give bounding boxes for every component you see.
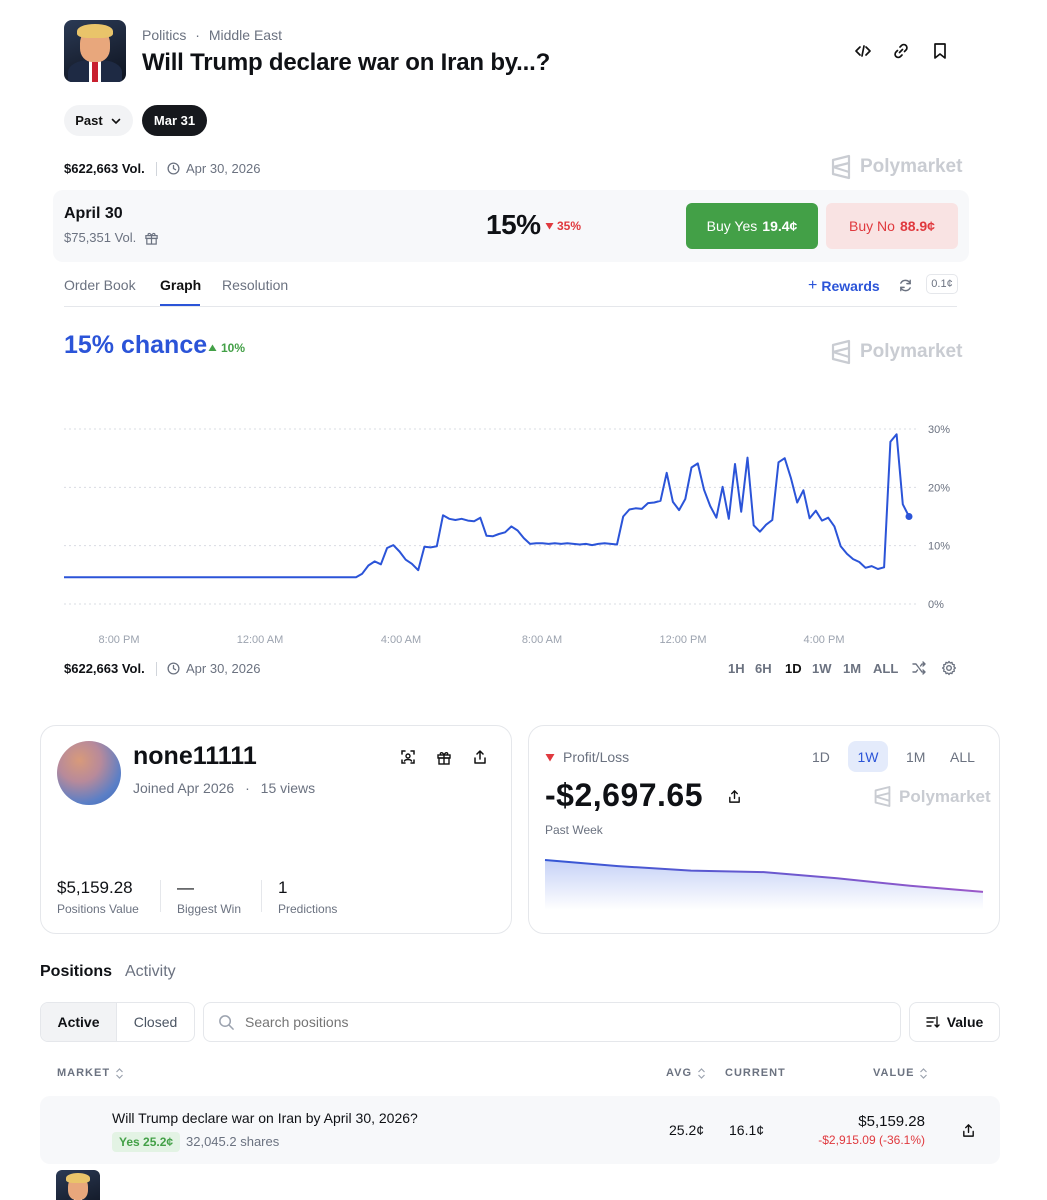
- polymarket-watermark: Polymarket: [873, 786, 991, 807]
- sort-arrows-icon: [116, 1067, 123, 1079]
- price-line: [64, 433, 910, 579]
- profile-meta: Joined Apr 2026 · 15 views: [133, 780, 315, 796]
- position-shares: 32,045.2 shares: [186, 1134, 280, 1149]
- pnl-sparkline: [544, 859, 984, 910]
- stat-predictions-value: 1: [278, 878, 288, 897]
- y-tick-label: 10%: [928, 541, 950, 553]
- x-tick-label: 4:00 PM: [804, 634, 845, 646]
- tab-activity[interactable]: Activity: [125, 963, 176, 981]
- range-1m[interactable]: 1M: [843, 661, 861, 676]
- x-tick-label: 8:00 AM: [522, 634, 562, 646]
- pnl-amount: -$2,697.65: [545, 777, 704, 813]
- sort-arrows-icon: [920, 1067, 928, 1079]
- pnl-range-1w[interactable]: 1W: [848, 741, 888, 772]
- column-current: CURRENT: [725, 1067, 786, 1079]
- polymarket-logo-icon: [874, 786, 891, 807]
- pnl-label-text: Profit/Loss: [563, 749, 630, 765]
- pnl-area: [545, 860, 983, 910]
- tab-positions[interactable]: Positions: [40, 963, 112, 981]
- shuffle-icon[interactable]: [907, 656, 931, 680]
- filter-closed-button[interactable]: Closed: [117, 1003, 194, 1041]
- x-tick-label: 4:00 AM: [381, 634, 421, 646]
- sort-button[interactable]: Value: [909, 1002, 1000, 1042]
- pnl-range-1m[interactable]: 1M: [906, 749, 925, 765]
- stat-predictions-label: Predictions: [278, 902, 338, 916]
- column-value[interactable]: VALUE: [873, 1067, 928, 1079]
- settings-gear-icon[interactable]: [937, 656, 961, 680]
- share-icon[interactable]: [722, 784, 746, 808]
- stat-positions-label: Positions Value: [57, 902, 139, 916]
- stat-positions-value: $5,159.28: [57, 878, 133, 897]
- pnl-range-all[interactable]: ALL: [950, 749, 975, 765]
- position-outcome-badge: Yes 25.2¢: [112, 1132, 181, 1152]
- x-tick-label: 12:00 PM: [659, 634, 706, 646]
- range-1d[interactable]: 1D: [785, 661, 802, 676]
- status-filter: Active Closed: [40, 1002, 195, 1042]
- share-icon[interactable]: [956, 1118, 980, 1142]
- sort-arrows-icon: [698, 1067, 705, 1079]
- pnl-range-1d[interactable]: 1D: [812, 749, 830, 765]
- column-avg-label: AVG: [666, 1067, 693, 1079]
- range-6h[interactable]: 6H: [755, 661, 772, 676]
- profile-views: 15 views: [260, 780, 316, 796]
- sort-label: Value: [946, 1014, 984, 1030]
- search-box[interactable]: [203, 1002, 901, 1042]
- position-pnl: -$2,915.09 (-36.1%): [818, 1133, 925, 1147]
- column-value-label: VALUE: [873, 1067, 915, 1079]
- triangle-down-icon: [545, 753, 555, 761]
- column-avg[interactable]: AVG: [666, 1067, 706, 1079]
- divider: [156, 662, 157, 676]
- end-date-label: Apr 30, 2026: [186, 661, 261, 676]
- stat-biggest-win-label: Biggest Win: [177, 902, 242, 916]
- price-chart[interactable]: 30% 20% 10% 0% 8:00 PM 12:00 AM 4:00 AM 8:00 A…: [0, 0, 1047, 660]
- scan-qr-icon[interactable]: [396, 745, 420, 769]
- position-avg: 25.2¢: [669, 1122, 705, 1138]
- column-market-label: MARKET: [57, 1067, 111, 1079]
- table-row[interactable]: [40, 1096, 1000, 1164]
- column-market[interactable]: MARKET: [57, 1067, 124, 1079]
- range-1w[interactable]: 1W: [812, 661, 832, 676]
- pnl-period: Past Week: [545, 823, 603, 837]
- pnl-label: Profit/Loss: [545, 749, 629, 765]
- gift-icon[interactable]: [432, 745, 456, 769]
- polymarket-wordmark: Polymarket: [899, 786, 991, 806]
- x-tick-label: 12:00 AM: [237, 634, 283, 646]
- end-date: Apr 30, 2026: [167, 661, 260, 676]
- filter-active-button[interactable]: Active: [41, 1003, 117, 1041]
- share-icon[interactable]: [468, 745, 492, 769]
- y-tick-label: 20%: [928, 482, 950, 494]
- range-all[interactable]: ALL: [873, 661, 898, 676]
- x-tick-label: 8:00 PM: [99, 634, 140, 646]
- clock-icon: [167, 662, 180, 675]
- stat-biggest-win-value: —: [177, 878, 194, 897]
- range-1h[interactable]: 1H: [728, 661, 745, 676]
- total-volume: $622,663 Vol.: [64, 661, 145, 676]
- y-tick-label: 30%: [928, 424, 950, 436]
- search-icon: [219, 1014, 234, 1030]
- avatar[interactable]: [57, 741, 121, 805]
- divider: [261, 880, 262, 912]
- position-market-image: [56, 1170, 100, 1200]
- y-tick-label: 0%: [928, 599, 944, 611]
- profile-joined: Joined Apr 2026: [133, 780, 235, 796]
- position-value: $5,159.28: [858, 1113, 925, 1130]
- sort-icon: [926, 1016, 940, 1028]
- price-end-dot: [905, 513, 913, 520]
- profile-meta-sep: ·: [245, 780, 250, 796]
- profile-username: none11111: [133, 742, 257, 770]
- position-market-title[interactable]: Will Trump declare war on Iran by April …: [112, 1110, 418, 1126]
- search-input[interactable]: [245, 1014, 845, 1030]
- divider: [160, 880, 161, 912]
